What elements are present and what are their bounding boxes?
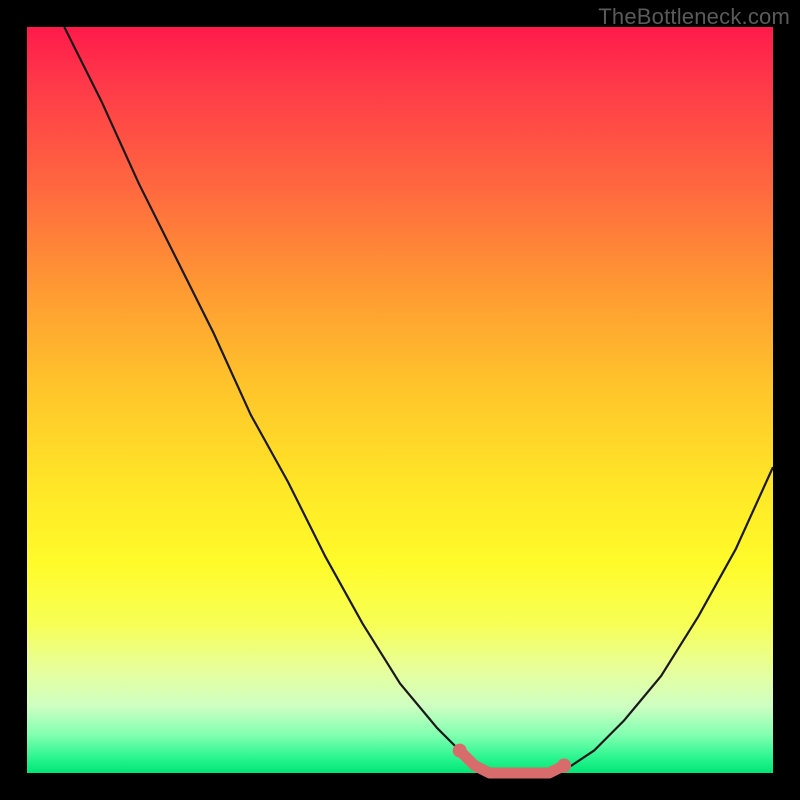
highlight-dot (557, 759, 571, 773)
highlight-path (460, 751, 564, 773)
bottleneck-curve (64, 27, 773, 773)
highlight-dot (453, 744, 467, 758)
watermark-label: TheBottleneck.com (598, 4, 790, 30)
plot-area (27, 27, 773, 773)
curve-svg (27, 27, 773, 773)
highlight-markers (453, 744, 571, 773)
chart-frame: TheBottleneck.com (0, 0, 800, 800)
